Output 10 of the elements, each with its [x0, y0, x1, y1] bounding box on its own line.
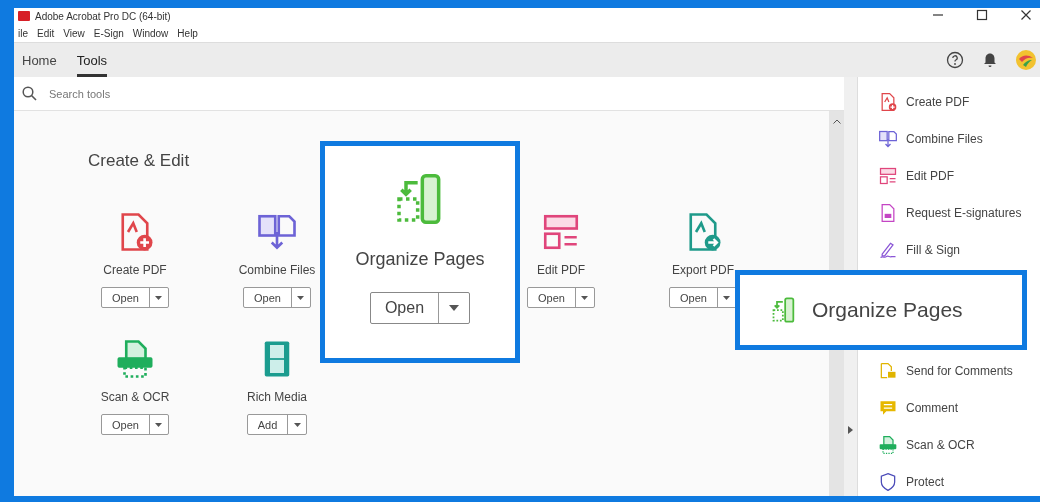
tool-label: Export PDF: [672, 263, 734, 277]
window-title: Adobe Acrobat Pro DC (64-bit): [35, 10, 171, 22]
tool-label: Rich Media: [247, 390, 307, 404]
panel-item-label: Organize Pages: [812, 298, 963, 322]
tool-label: Organize Pages: [355, 249, 485, 270]
section-heading: Create & Edit: [88, 151, 191, 171]
tool-label: Edit PDF: [537, 263, 585, 277]
tool-label: Scan & OCR: [100, 390, 170, 404]
tool-label: Combine Files: [238, 263, 316, 277]
tool-label: Create PDF: [103, 263, 167, 277]
